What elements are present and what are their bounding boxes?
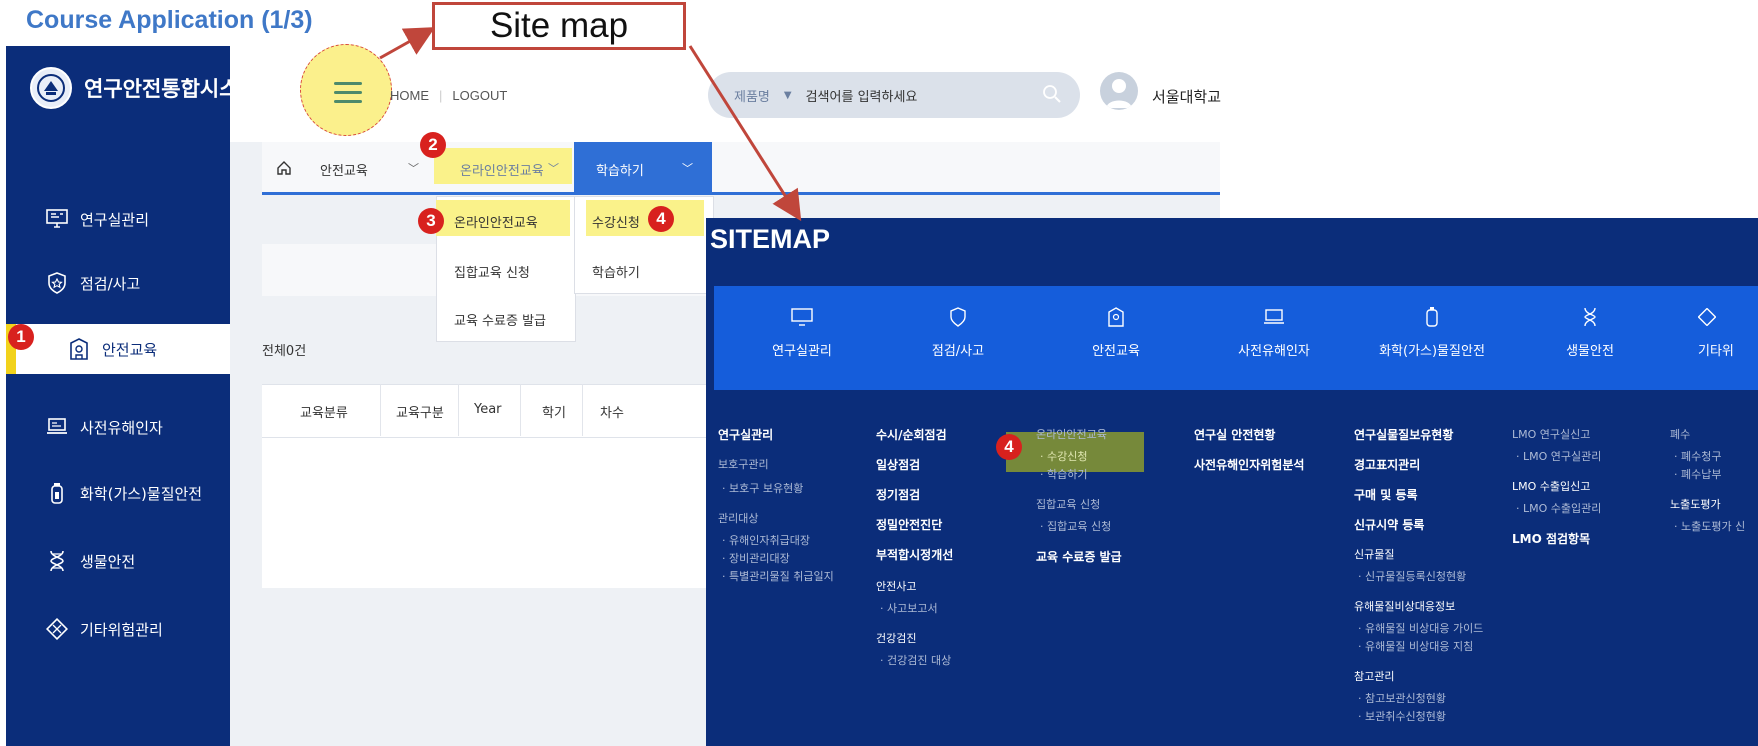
step-badge: 4 (648, 206, 674, 232)
step-badge: 2 (420, 132, 446, 158)
annotation-arrows (379, 27, 802, 222)
sitemap-callout: Site map (432, 2, 686, 50)
step-badge: 3 (418, 208, 444, 234)
step-badge: 1 (8, 324, 34, 350)
step-badge: 4 (996, 434, 1022, 460)
